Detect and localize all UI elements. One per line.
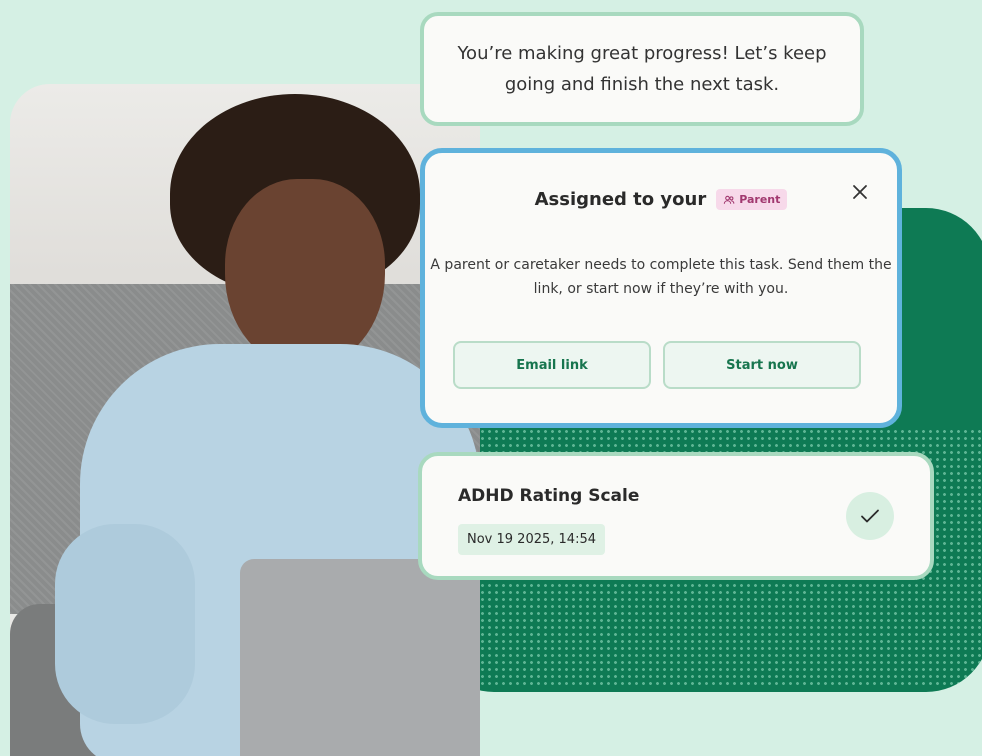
dialog-title: Assigned to your — [534, 189, 707, 210]
marketing-stage: You’re making great progress! Let’s keep… — [0, 0, 982, 756]
close-icon — [853, 185, 867, 199]
photo-arm — [55, 524, 195, 724]
parent-badge: Parent — [716, 189, 788, 210]
email-link-button[interactable]: Email link — [453, 341, 651, 389]
start-now-button[interactable]: Start now — [663, 341, 861, 389]
assignment-dialog: Assigned to your Parent A parent or care… — [420, 148, 902, 428]
photo-face — [225, 179, 385, 369]
dialog-description: A parent or caretaker needs to complete … — [430, 257, 892, 297]
parent-badge-label: Parent — [739, 193, 781, 206]
close-button[interactable] — [847, 179, 873, 205]
task-name: ADHD Rating Scale — [458, 486, 640, 506]
encouragement-message: You’re making great progress! Let’s keep… — [457, 43, 827, 95]
checkmark-icon — [861, 509, 879, 523]
completed-status — [846, 492, 894, 540]
person-photo — [10, 84, 480, 756]
dialog-title-row: Assigned to your Parent — [425, 189, 897, 210]
completed-task-card[interactable]: ADHD Rating Scale Nov 19 2025, 14:54 — [418, 452, 934, 580]
encouragement-bubble: You’re making great progress! Let’s keep… — [420, 12, 864, 126]
task-date-badge: Nov 19 2025, 14:54 — [458, 524, 605, 555]
photo-laptop — [240, 559, 480, 756]
people-icon — [724, 195, 735, 204]
